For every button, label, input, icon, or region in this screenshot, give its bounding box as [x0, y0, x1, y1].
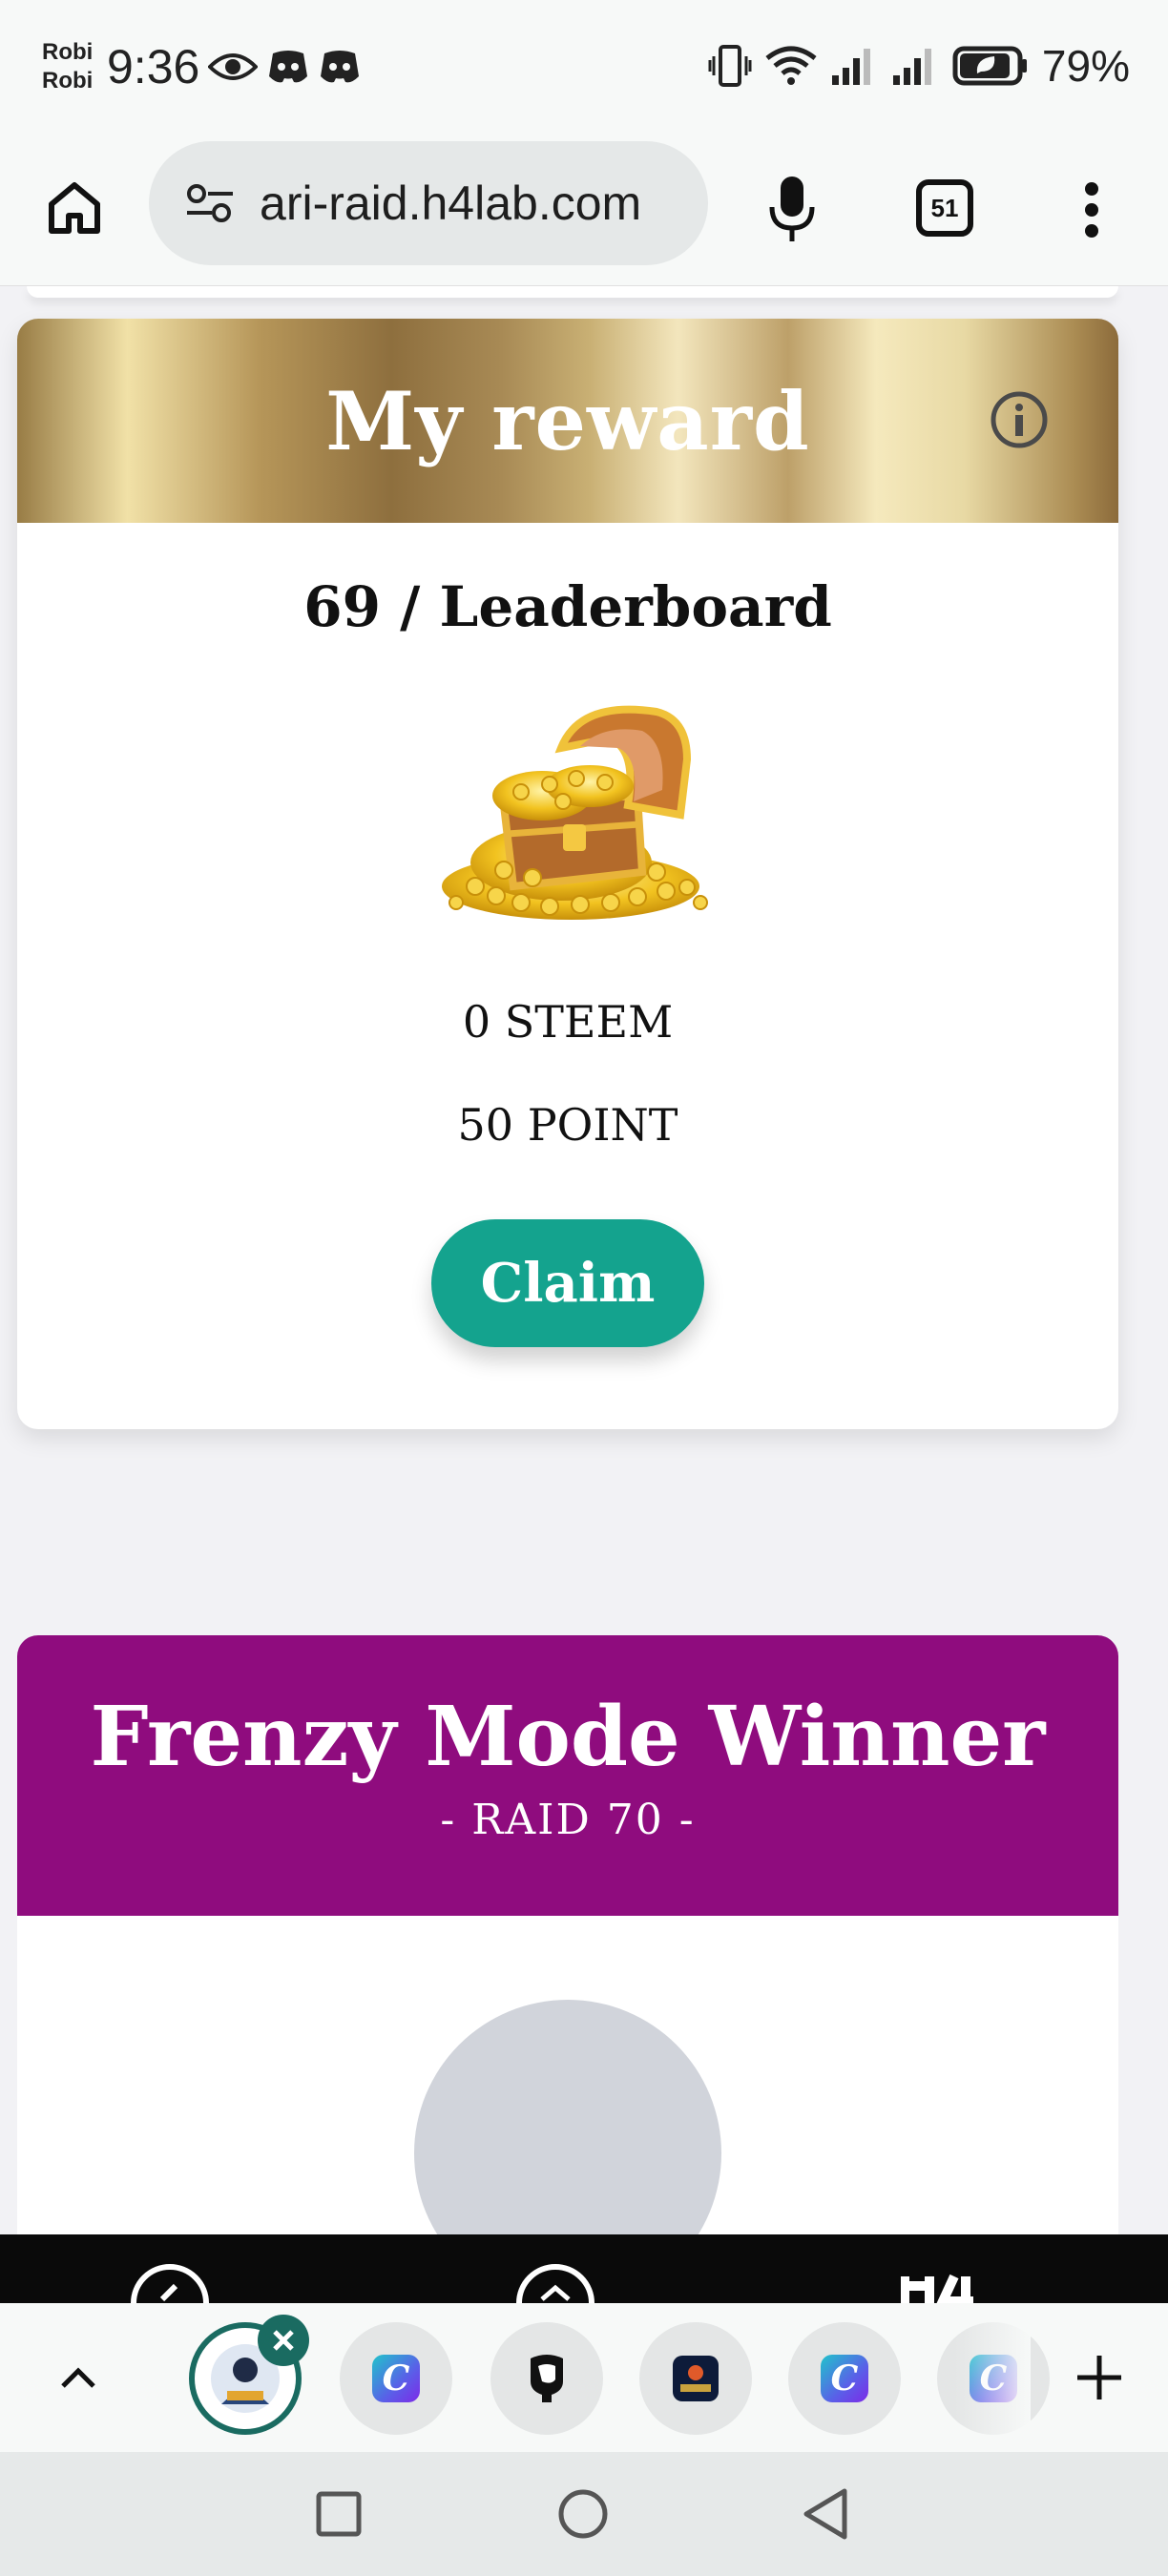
recents-icon — [316, 2491, 362, 2537]
battery-percent: 79% — [1041, 41, 1130, 91]
system-indicators: 79% — [708, 40, 1130, 92]
address-bar[interactable]: ari-raid.h4lab.com — [149, 141, 708, 265]
frenzy-subtitle: - RAID 70 - — [440, 1796, 696, 1844]
tab-strip-fade — [954, 2303, 1031, 2452]
mic-icon — [769, 177, 815, 241]
url-text[interactable]: ari-raid.h4lab.com — [250, 176, 641, 231]
expand-tabs-button[interactable] — [50, 2349, 107, 2406]
frenzy-header: Frenzy Mode Winner - RAID 70 - — [17, 1635, 1118, 1916]
h4-logo-icon[interactable] — [901, 2261, 996, 2303]
back-button[interactable] — [798, 2486, 853, 2542]
carrier-sim1: Robi — [42, 39, 94, 65]
app-bottom-nav — [0, 2234, 1168, 2303]
browser-toolbar: ari-raid.h4lab.com 51 — [0, 134, 1168, 286]
tab-strip: C C C — [0, 2303, 1168, 2452]
tab-canva[interactable]: C — [340, 2322, 452, 2435]
eye-icon — [208, 53, 258, 80]
home-icon — [558, 2489, 608, 2539]
tab-steemit[interactable] — [490, 2322, 603, 2435]
canva-icon: C — [372, 2355, 420, 2402]
more-vert-icon — [1085, 182, 1098, 238]
canva-icon: C — [821, 2355, 868, 2402]
leaderboard-rank: 69 / Leaderboard — [303, 574, 832, 639]
chevron-up-icon — [61, 2367, 95, 2388]
my-reward-card: My reward 69 / Leaderboard 0 STEEM 50 PO… — [17, 319, 1118, 1429]
signal-icon — [892, 49, 931, 85]
steem-amount: 0 — [462, 996, 491, 1048]
back-circle-icon[interactable] — [128, 2261, 212, 2303]
home-button[interactable] — [555, 2486, 611, 2542]
vibrate-icon — [708, 45, 752, 87]
battery-saver-icon — [952, 46, 1027, 86]
status-bar: Robi Robi 9:36 79% — [0, 0, 1168, 134]
site-settings-icon — [187, 184, 233, 222]
discord-icon — [321, 51, 359, 83]
voice-search-button[interactable] — [756, 168, 828, 250]
steem-unit: STEEM — [504, 996, 674, 1048]
home-icon — [49, 182, 100, 234]
frenzy-mode-card: Frenzy Mode Winner - RAID 70 - — [17, 1635, 1118, 2234]
tab-switcher-button[interactable]: 51 — [908, 172, 981, 244]
browser-home-button[interactable] — [38, 172, 111, 244]
plus-icon — [1077, 2356, 1121, 2399]
reward-header: My reward — [17, 319, 1118, 523]
winner-avatar[interactable] — [414, 2000, 721, 2234]
wifi-icon — [765, 46, 817, 85]
home-circle-icon[interactable] — [513, 2261, 597, 2303]
point-unit: POINT — [527, 1099, 678, 1151]
new-tab-button[interactable] — [1067, 2345, 1132, 2410]
frenzy-title: Frenzy Mode Winner — [90, 1689, 1046, 1785]
tab-steem-app[interactable] — [639, 2322, 752, 2435]
recents-button[interactable] — [311, 2486, 366, 2542]
notification-icons — [208, 48, 361, 86]
steem-app-icon — [673, 2356, 719, 2401]
signal-icon — [831, 49, 870, 85]
tab-canva[interactable]: C — [788, 2322, 901, 2435]
close-icon — [273, 2330, 294, 2351]
carrier-sim2: Robi — [42, 68, 94, 93]
steem-reward: 0 STEEM — [17, 996, 1118, 1048]
discord-icon — [269, 51, 307, 83]
treasure-chest-icon — [442, 705, 708, 920]
point-amount: 50 — [457, 1099, 514, 1151]
site-settings-button[interactable] — [170, 182, 250, 224]
status-time: 9:36 — [107, 40, 200, 93]
previous-card-edge — [27, 286, 1118, 298]
system-nav-bar — [0, 2452, 1168, 2576]
carrier-label: Robi Robi — [42, 38, 93, 95]
close-tab-button[interactable] — [258, 2315, 309, 2366]
tab-count: 51 — [930, 193, 959, 222]
back-icon — [803, 2488, 847, 2540]
web-page: My reward 69 / Leaderboard 0 STEEM 50 PO… — [0, 286, 1168, 2234]
steemit-icon — [531, 2355, 563, 2402]
reward-title: My reward — [325, 373, 810, 468]
info-icon[interactable] — [989, 389, 1050, 450]
browser-menu-button[interactable] — [1069, 172, 1115, 248]
claim-button[interactable]: Claim — [431, 1219, 704, 1347]
point-reward: 50 POINT — [17, 1099, 1118, 1151]
